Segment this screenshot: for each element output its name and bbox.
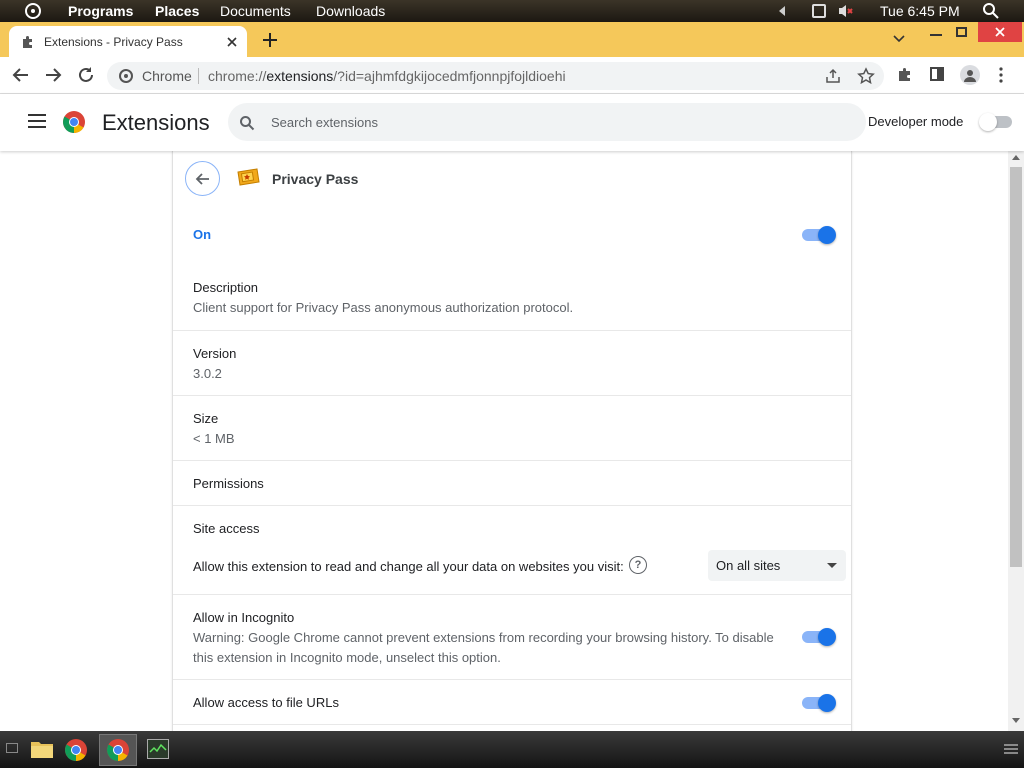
programs-menu[interactable]: Programs: [68, 0, 133, 22]
restore-icon[interactable]: [956, 27, 967, 37]
file-manager-icon[interactable]: [30, 739, 54, 759]
omnibox-chrome-label: Chrome: [142, 68, 192, 84]
tab-title: Extensions - Privacy Pass: [44, 34, 183, 49]
tab-extensions[interactable]: Extensions - Privacy Pass: [9, 26, 247, 57]
description-value: Client support for Privacy Pass anonymou…: [193, 300, 574, 315]
site-access-row: Site access Allow this extension to read…: [173, 506, 851, 595]
incognito-toggle[interactable]: [802, 628, 836, 646]
incognito-warning-line2: this extension in Incognito mode, unsele…: [193, 650, 501, 665]
back-icon[interactable]: [11, 65, 31, 85]
chrome-active-window[interactable]: [99, 734, 137, 766]
file-urls-row: Allow access to file URLs: [173, 680, 851, 725]
volume-muted-icon[interactable]: [838, 4, 854, 18]
size-label: Size: [193, 411, 219, 426]
chrome-logo-icon: [62, 110, 86, 134]
page-scrollbar[interactable]: [1008, 151, 1024, 731]
forward-icon[interactable]: [43, 65, 63, 85]
taskbar: [0, 731, 1024, 768]
dropdown-arrow-icon: [827, 563, 837, 568]
toolbar: Chrome chrome://extensions/?id=ajhmfdgki…: [0, 57, 1024, 94]
developer-mode-toggle[interactable]: [979, 113, 1012, 131]
chrome-page-icon: [119, 69, 133, 83]
puzzle-icon: [21, 35, 35, 49]
permissions-row: Permissions: [173, 461, 851, 506]
main-content: Privacy Pass On Description Client suppo…: [0, 151, 1008, 731]
search-placeholder: Search extensions: [271, 114, 378, 130]
places-menu[interactable]: Places: [155, 0, 199, 22]
scrollbar-thumb[interactable]: [1010, 167, 1022, 567]
version-value: 3.0.2: [193, 366, 222, 381]
scroll-up-arrow[interactable]: [1012, 155, 1020, 160]
version-label: Version: [193, 346, 237, 361]
help-icon[interactable]: ?: [629, 556, 647, 574]
site-access-selected: On all sites: [716, 558, 781, 573]
show-desktop-icon[interactable]: [6, 743, 18, 753]
documents-link[interactable]: Documents: [220, 0, 291, 22]
extension-detail-card: Privacy Pass On Description Client suppo…: [172, 151, 852, 731]
page-title: Extensions: [102, 110, 210, 135]
chrome-taskbar-icon[interactable]: [64, 738, 88, 762]
scroll-down-arrow[interactable]: [1012, 718, 1020, 723]
size-value: < 1 MB: [193, 431, 235, 446]
downloads-link[interactable]: Downloads: [316, 0, 385, 22]
reload-icon[interactable]: [76, 65, 96, 85]
hamburger-menu-icon[interactable]: [28, 114, 46, 128]
state-label: On: [193, 227, 212, 242]
url-prefix: chrome://: [208, 68, 267, 84]
close-icon[interactable]: [225, 35, 239, 49]
search-icon[interactable]: [982, 2, 1000, 20]
incognito-warning-line1: Warning: Google Chrome cannot prevent ex…: [193, 630, 774, 645]
system-monitor-icon[interactable]: [147, 739, 169, 759]
back-arrow-button[interactable]: [185, 161, 220, 196]
search-extensions-field[interactable]: Search extensions: [228, 103, 866, 141]
minimize-icon[interactable]: [930, 32, 942, 36]
profile-avatar[interactable]: [960, 65, 980, 85]
tab-strip: Extensions - Privacy Pass: [0, 22, 1024, 57]
file-urls-label: Allow access to file URLs: [193, 695, 339, 710]
side-panel-icon[interactable]: [930, 67, 944, 81]
site-access-text: Allow this extension to read and change …: [193, 559, 624, 574]
extension-name: Privacy Pass: [272, 171, 359, 187]
version-row: Version 3.0.2: [173, 331, 851, 396]
enabled-row: On: [173, 205, 851, 261]
more-menu-icon[interactable]: [999, 67, 1003, 83]
window-close-button[interactable]: [978, 22, 1022, 42]
site-access-select[interactable]: On all sites: [708, 550, 846, 581]
file-urls-toggle[interactable]: [802, 694, 836, 712]
enable-toggle[interactable]: [802, 226, 836, 244]
incognito-row: Allow in Incognito Warning: Google Chrom…: [173, 595, 851, 680]
system-menu-icon[interactable]: [25, 3, 41, 19]
search-icon: [239, 115, 255, 131]
site-access-label: Site access: [193, 521, 260, 536]
incognito-label: Allow in Incognito: [193, 610, 295, 625]
url-host: extensions: [266, 68, 334, 84]
network-icon[interactable]: [812, 4, 826, 18]
bookmark-star-icon[interactable]: [857, 67, 875, 85]
new-tab-icon[interactable]: [261, 31, 279, 49]
extensions-header: Extensions Search extensions Developer m…: [0, 94, 1024, 151]
extensions-puzzle-icon[interactable]: [897, 67, 913, 83]
description-label: Description: [193, 280, 259, 295]
permissions-label: Permissions: [193, 476, 264, 491]
tab-search-icon[interactable]: [892, 34, 906, 44]
tray-arrow-icon[interactable]: [779, 6, 785, 16]
taskbar-menu-icon[interactable]: [1004, 744, 1018, 754]
developer-mode-label: Developer mode: [868, 114, 964, 129]
description-row: Description Client support for Privacy P…: [173, 261, 851, 331]
url-text[interactable]: chrome://extensions/?id=ajhmfdgkijocedmf…: [208, 68, 566, 84]
share-icon[interactable]: [825, 68, 841, 84]
privacy-pass-ticket-icon: [236, 168, 260, 186]
system-top-bar: Programs Places Documents Downloads Tue …: [0, 0, 1024, 22]
omnibox[interactable]: Chrome chrome://extensions/?id=ajhmfdgki…: [107, 62, 884, 90]
size-row: Size < 1 MB: [173, 396, 851, 461]
omnibox-divider: [198, 68, 199, 84]
clock[interactable]: Tue 6:45 PM: [880, 0, 960, 22]
url-rest: /?id=ajhmfdgkijocedmfjonnpjfojldioehi: [333, 68, 566, 84]
